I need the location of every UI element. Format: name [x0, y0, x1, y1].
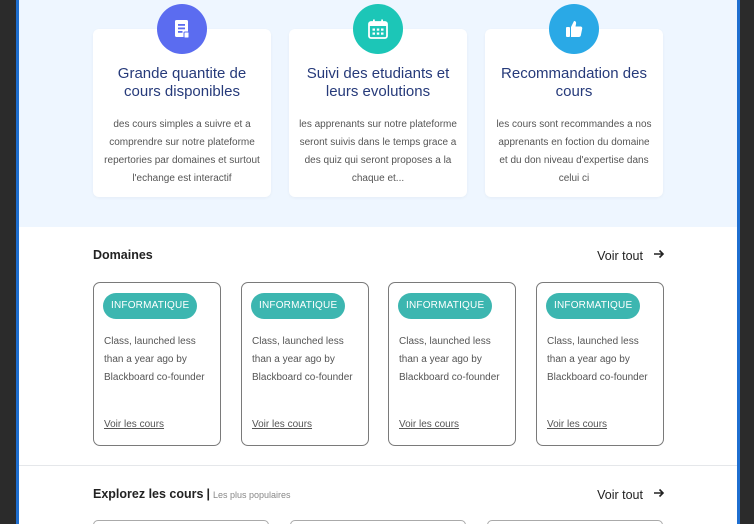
- domain-badge: INFORMATIQUE: [251, 293, 346, 319]
- arrow-right-icon: [653, 248, 665, 263]
- feature-title: Grande quantite de cours disponibles: [117, 65, 247, 100]
- view-courses-link[interactable]: Voir les cours: [104, 419, 164, 430]
- feature-card-recommendation: Recommandation des cours les cours sont …: [485, 4, 663, 197]
- feature-description: des cours simples a suivre et a comprend…: [104, 119, 260, 184]
- title-separator: |: [206, 487, 210, 501]
- explore-section-title: Explorez les cours | Les plus populaires: [93, 487, 291, 501]
- feature-description: les cours sont recommandes a nos apprena…: [496, 119, 652, 184]
- feature-description: les apprenants sur notre plateforme sero…: [299, 119, 457, 184]
- arrow-right-icon: [653, 487, 665, 502]
- domain-badge: INFORMATIQUE: [546, 293, 641, 319]
- domain-description: Class, launched less than a year ago by …: [104, 336, 205, 383]
- feature-title: Recommandation des cours: [501, 65, 647, 100]
- course-card[interactable]: [93, 520, 269, 524]
- domains-see-all-link[interactable]: Voir tout: [597, 248, 665, 263]
- course-card[interactable]: [290, 520, 466, 524]
- features-hero: Grande quantite de cours disponibles des…: [19, 0, 737, 227]
- view-courses-link[interactable]: Voir les cours: [399, 419, 459, 430]
- domain-card: INFORMATIQUE Class, launched less than a…: [241, 282, 369, 446]
- domain-card: INFORMATIQUE Class, launched less than a…: [388, 282, 516, 446]
- domain-card: INFORMATIQUE Class, launched less than a…: [536, 282, 664, 446]
- course-card[interactable]: [487, 520, 663, 524]
- domain-description: Class, launched less than a year ago by …: [399, 336, 500, 383]
- explore-see-all-link[interactable]: Voir tout: [597, 487, 665, 502]
- domain-badge: INFORMATIQUE: [103, 293, 198, 319]
- feature-card-courses: Grande quantite de cours disponibles des…: [93, 4, 271, 197]
- page-frame: Grande quantite de cours disponibles des…: [16, 0, 740, 524]
- see-all-label: Voir tout: [597, 487, 643, 502]
- domain-description: Class, launched less than a year ago by …: [547, 336, 648, 383]
- domains-section-title: Domaines: [93, 248, 153, 262]
- explore-subtitle: Les plus populaires: [212, 490, 291, 500]
- view-courses-link[interactable]: Voir les cours: [547, 419, 607, 430]
- domain-description: Class, launched less than a year ago by …: [252, 336, 353, 383]
- calendar-icon: [353, 4, 403, 54]
- view-courses-link[interactable]: Voir les cours: [252, 419, 312, 430]
- feature-title: Suivi des etudiants et leurs evolutions: [306, 65, 450, 100]
- explore-title-text: Explorez les cours: [93, 487, 204, 501]
- feature-card-tracking: Suivi des etudiants et leurs evolutions …: [289, 4, 467, 197]
- domain-card: INFORMATIQUE Class, launched less than a…: [93, 282, 221, 446]
- section-divider: [19, 465, 737, 466]
- thumbs-up-icon: [549, 4, 599, 54]
- document-icon: [157, 4, 207, 54]
- domain-badge: INFORMATIQUE: [398, 293, 493, 319]
- see-all-label: Voir tout: [597, 248, 643, 263]
